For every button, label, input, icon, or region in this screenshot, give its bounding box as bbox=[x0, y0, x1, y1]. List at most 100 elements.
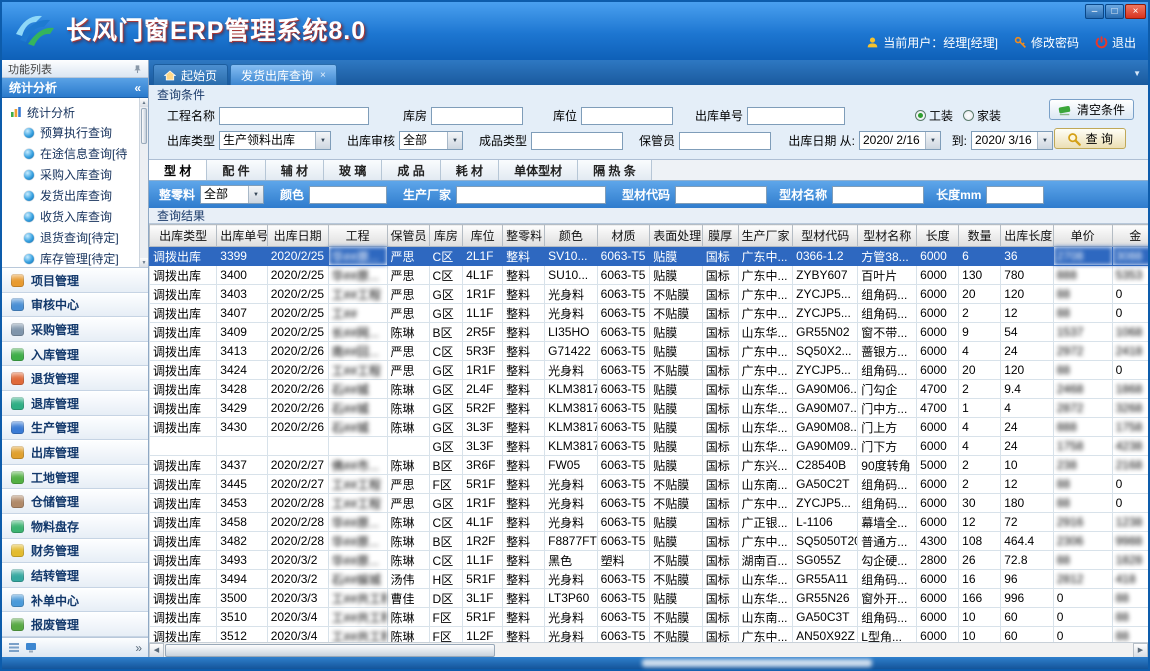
table-row[interactable]: 调拨出库34822020/2/28华##原...陈琳B区1R2F整料F8877F… bbox=[150, 532, 1149, 551]
scroll-left-arrow[interactable]: ◀ bbox=[149, 643, 164, 658]
column-header[interactable]: 金 bbox=[1112, 225, 1148, 247]
out-type-select[interactable]: 生产领料出库 ▼ bbox=[219, 131, 331, 150]
logout-button[interactable]: 退出 bbox=[1095, 34, 1136, 51]
column-header[interactable]: 型材名称 bbox=[858, 225, 917, 247]
column-header[interactable]: 出库单号 bbox=[217, 225, 267, 247]
sidebar-module[interactable]: 工地管理 bbox=[2, 465, 148, 490]
sidebar-module[interactable]: 入库管理 bbox=[2, 342, 148, 367]
column-header[interactable]: 膜厚 bbox=[702, 225, 738, 247]
column-header[interactable]: 整零料 bbox=[503, 225, 545, 247]
manufacturer-input[interactable] bbox=[456, 186, 606, 204]
table-row[interactable]: 调拨出库34942020/3/2石##娱城汤伟H区5R1F整料光身料6063-T… bbox=[150, 570, 1149, 589]
scroll-down-arrow[interactable]: ▼ bbox=[140, 258, 148, 267]
tree-scrollbar[interactable]: ▲ ▼ bbox=[139, 98, 148, 267]
order-no-input[interactable] bbox=[747, 107, 845, 125]
column-header[interactable]: 数量 bbox=[959, 225, 1001, 247]
column-header[interactable]: 出库长度 bbox=[1001, 225, 1054, 247]
audit-select[interactable]: 全部 ▼ bbox=[399, 131, 463, 150]
table-row[interactable]: 调拨出库34282020/2/26石##城陈琳G区2L4F整料KLM381760… bbox=[150, 380, 1149, 399]
material-tab[interactable]: 配 件 bbox=[207, 160, 265, 180]
sidebar-module[interactable]: 仓储管理 bbox=[2, 489, 148, 514]
table-row[interactable]: 调拨出库34372020/2/27佛##市...陈琳B区3R6F整料FW0560… bbox=[150, 456, 1149, 475]
length-input[interactable] bbox=[986, 186, 1044, 204]
column-header[interactable]: 出库日期 bbox=[267, 225, 328, 247]
project-name-input[interactable] bbox=[219, 107, 369, 125]
tree-item[interactable]: 采购入库查询 bbox=[10, 164, 138, 185]
material-tab[interactable]: 耗 材 bbox=[441, 160, 499, 180]
column-header[interactable]: 库房 bbox=[429, 225, 463, 247]
sidebar-module[interactable]: 出库管理 bbox=[2, 440, 148, 465]
tree-scroll-thumb[interactable] bbox=[141, 108, 147, 144]
date-from-picker[interactable]: 2020/ 2/16 ▼ bbox=[859, 131, 941, 150]
computer-icon[interactable] bbox=[25, 642, 37, 653]
stats-section-header[interactable]: 统计分析 « bbox=[2, 78, 148, 98]
sidebar-module[interactable]: 退货管理 bbox=[2, 366, 148, 391]
table-row[interactable]: G区3L3F整料KLM38176063-T5贴膜国标山东华...GA90M09.… bbox=[150, 437, 1149, 456]
location-input[interactable] bbox=[581, 107, 673, 125]
tree-root[interactable]: 统计分析 bbox=[10, 102, 138, 122]
column-header[interactable]: 保管员 bbox=[387, 225, 429, 247]
minimize-button[interactable]: – bbox=[1085, 4, 1104, 19]
tree-item[interactable]: 在途信息查询[待 bbox=[10, 143, 138, 164]
table-row[interactable]: 调拨出库34242020/2/26工##工程严思G区1R1F整料光身料6063-… bbox=[150, 361, 1149, 380]
tree-item[interactable]: 收货入库查询 bbox=[10, 206, 138, 227]
sidebar-module[interactable]: 审核中心 bbox=[2, 293, 148, 318]
table-row[interactable]: 调拨出库34532020/2/28工##工程严思G区1R1F整料光身料6063-… bbox=[150, 494, 1149, 513]
material-tab[interactable]: 隔 热 条 bbox=[578, 160, 652, 180]
table-row[interactable]: 调拨出库33992020/2/25华##原...严思C区2L1F整料SV10..… bbox=[150, 247, 1149, 266]
sidebar-module[interactable]: 退库管理 bbox=[2, 391, 148, 416]
tree-item[interactable]: 库存管理[待定] bbox=[10, 248, 138, 268]
sidebar-module[interactable]: 报废管理 bbox=[2, 612, 148, 637]
color-input[interactable] bbox=[309, 186, 387, 204]
product-type-input[interactable] bbox=[531, 132, 623, 150]
material-tab[interactable]: 型 材 bbox=[149, 160, 207, 180]
table-row[interactable]: 调拨出库34292020/2/26石##城陈琳G区5R2F整料KLM381760… bbox=[150, 399, 1149, 418]
scroll-right-arrow[interactable]: ▶ bbox=[1133, 643, 1148, 658]
sidebar-module[interactable]: 物料盘存 bbox=[2, 514, 148, 539]
work-decoration-radio[interactable]: 工装 bbox=[915, 107, 953, 124]
sidebar-module[interactable]: 项目管理 bbox=[2, 268, 148, 293]
column-header[interactable]: 单价 bbox=[1053, 225, 1112, 247]
pin-icon[interactable] bbox=[133, 64, 142, 74]
keeper-input[interactable] bbox=[679, 132, 771, 150]
more-modules-button[interactable]: » bbox=[135, 641, 142, 655]
sidebar-module[interactable]: 生产管理 bbox=[2, 416, 148, 441]
scroll-up-arrow[interactable]: ▲ bbox=[140, 98, 148, 107]
date-to-picker[interactable]: 2020/ 3/16 ▼ bbox=[971, 131, 1053, 150]
table-row[interactable]: 调拨出库34582020/2/28华##原...陈琳C区4L1F整料光身料606… bbox=[150, 513, 1149, 532]
material-tab[interactable]: 玻 璃 bbox=[324, 160, 382, 180]
change-password-button[interactable]: 修改密码 bbox=[1014, 34, 1079, 51]
sidebar-module[interactable]: 补单中心 bbox=[2, 588, 148, 613]
tab-shipment-outbound-query[interactable]: 发货出库查询 × bbox=[230, 64, 337, 85]
home-decoration-radio[interactable]: 家装 bbox=[963, 107, 1001, 124]
warehouse-input[interactable] bbox=[431, 107, 523, 125]
list-view-icon[interactable] bbox=[8, 642, 20, 653]
column-header[interactable]: 库位 bbox=[463, 225, 503, 247]
whole-part-select[interactable]: 全部 ▼ bbox=[200, 185, 264, 204]
sidebar-module[interactable]: 采购管理 bbox=[2, 317, 148, 342]
table-horizontal-scrollbar[interactable]: ◀ ▶ bbox=[149, 642, 1148, 657]
profile-name-input[interactable] bbox=[832, 186, 924, 204]
column-header[interactable]: 表面处理 bbox=[650, 225, 703, 247]
material-tab[interactable]: 辅 材 bbox=[266, 160, 324, 180]
table-row[interactable]: 调拨出库35102020/3/4工##共工程陈琳F区5R1F整料光身料6063-… bbox=[150, 608, 1149, 627]
profile-code-input[interactable] bbox=[675, 186, 767, 204]
sidebar-module[interactable]: 财务管理 bbox=[2, 539, 148, 564]
table-row[interactable]: 调拨出库34002020/2/25华##原...严思C区4L1F整料SU10..… bbox=[150, 266, 1149, 285]
column-header[interactable]: 颜色 bbox=[545, 225, 598, 247]
tree-item[interactable]: 退货查询[待定] bbox=[10, 227, 138, 248]
table-row[interactable]: 调拨出库34452020/2/27工##工程严思F区5R1F整料光身料6063-… bbox=[150, 475, 1149, 494]
sidebar-module[interactable]: 结转管理 bbox=[2, 563, 148, 588]
tree-item[interactable]: 预算执行查询 bbox=[10, 122, 138, 143]
hscroll-thumb[interactable] bbox=[165, 644, 495, 657]
column-header[interactable]: 工程 bbox=[328, 225, 387, 247]
table-row[interactable]: 调拨出库35002020/3/3工##共工程曹佳D区3L1F整料LT3P6060… bbox=[150, 589, 1149, 608]
tab-overflow-caret-icon[interactable]: ▼ bbox=[1133, 69, 1141, 78]
tab-close-icon[interactable]: × bbox=[320, 70, 326, 81]
close-button[interactable]: × bbox=[1125, 4, 1146, 19]
collapse-chevron-icon[interactable]: « bbox=[134, 81, 141, 95]
column-header[interactable]: 出库类型 bbox=[150, 225, 217, 247]
clear-conditions-button[interactable]: 清空条件 bbox=[1049, 99, 1134, 120]
column-header[interactable]: 型材代码 bbox=[793, 225, 858, 247]
table-row[interactable]: 调拨出库34932020/3/2华##原...陈琳C区1L1F整料黑色塑料不贴膜… bbox=[150, 551, 1149, 570]
